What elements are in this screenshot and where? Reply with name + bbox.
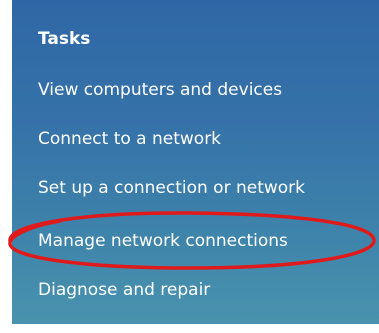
set-up-a-connection-or-network-link[interactable]: Set up a connection or network [38,177,305,199]
tasks-heading: Tasks [38,29,91,49]
screenshot-frame: Tasks View computers and devices Connect… [0,0,379,333]
manage-network-connections-link[interactable]: Manage network connections [38,230,288,252]
diagnose-and-repair-link[interactable]: Diagnose and repair [38,279,210,301]
view-computers-and-devices-link[interactable]: View computers and devices [38,79,282,101]
tasks-panel: Tasks View computers and devices Connect… [12,0,379,324]
connect-to-a-network-link[interactable]: Connect to a network [38,128,221,150]
